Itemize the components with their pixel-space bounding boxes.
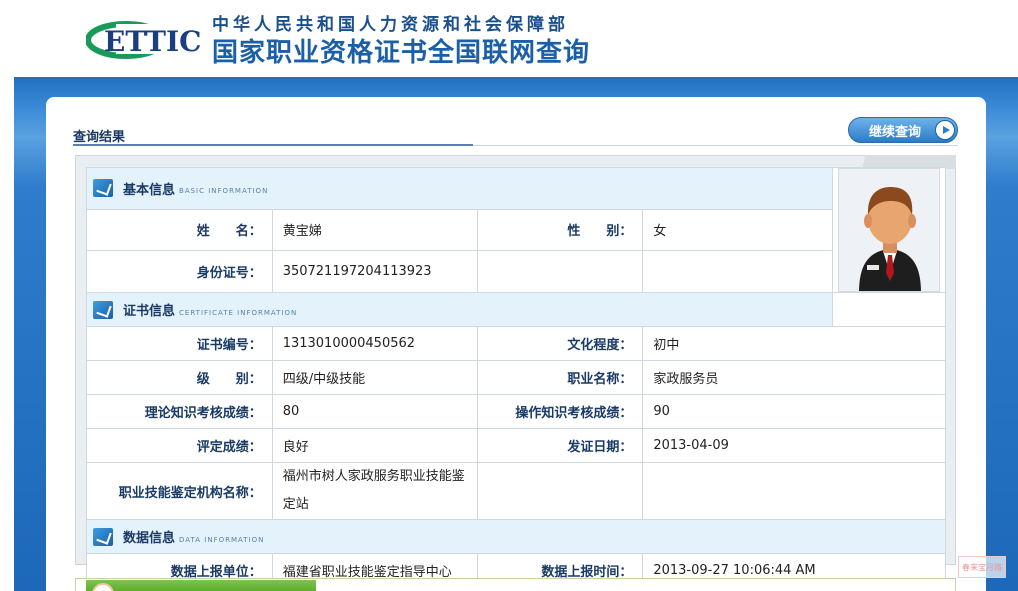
gender-label: 性 别：: [476, 208, 644, 252]
section-title: 证书信息: [123, 304, 176, 319]
theory-score-value: 80: [271, 394, 478, 429]
photo-cell: [831, 167, 947, 293]
table-row: 评定成绩： 良好 发证日期： 2013-04-09: [86, 428, 946, 463]
id-label: 身份证号：: [86, 250, 273, 293]
section-row-certificate: 证书信息 CERTIFICATE INFORMATION: [86, 292, 947, 327]
user-icon: [92, 583, 114, 591]
section-row-data: 数据信息 DATA INFORMATION: [86, 519, 946, 554]
table-row: 身份证号： 350721197204113923: [86, 250, 946, 293]
empty-cell: [476, 250, 644, 293]
pen-icon: [93, 300, 113, 319]
table-row: 证书编号： 1313010000450562 文化程度： 初中: [86, 326, 946, 361]
play-arrow-icon: [935, 120, 955, 140]
section-title: 数据信息: [123, 531, 176, 546]
id-value: 350721197204113923: [271, 250, 478, 293]
table-row: 级 别： 四级/中级技能 职业名称： 家政服务员: [86, 360, 946, 395]
section-row-basic: 基本信息 BASIC INFORMATION: [86, 167, 947, 293]
table-row: 姓 名： 黄宝娣 性 别： 女: [86, 208, 946, 252]
cert-no-label: 证书编号：: [86, 326, 273, 361]
continue-query-button[interactable]: 继续查询: [848, 117, 958, 143]
issue-date-value: 2013-04-09: [642, 428, 946, 463]
rating-value: 良好: [271, 428, 478, 463]
svg-text:ETTIC: ETTIC: [104, 25, 201, 58]
empty-cell: [476, 462, 644, 520]
education-value: 初中: [642, 326, 946, 361]
info-table: 基本信息 BASIC INFORMATION 姓 名： 黄宝娣 性 别： 女 身…: [86, 167, 947, 588]
pen-icon: [93, 179, 113, 198]
rating-label: 评定成绩：: [86, 428, 273, 463]
level-label: 级 别：: [86, 360, 273, 395]
cert-no-value: 1313010000450562: [271, 326, 478, 361]
continue-query-label: 继续查询: [869, 124, 922, 140]
section-title: 基本信息: [123, 182, 176, 198]
name-label: 姓 名：: [86, 208, 273, 252]
name-value: 黄宝娣: [271, 208, 478, 252]
gender-value: 女: [642, 208, 833, 252]
section-subtitle: CERTIFICATE INFORMATION: [179, 308, 298, 317]
agency-label: 职业技能鉴定机构名称：: [86, 462, 273, 520]
table-row: 职业技能鉴定机构名称： 福州市树人家政服务职业技能鉴定站: [86, 462, 946, 520]
section-subtitle: BASIC INFORMATION: [179, 187, 269, 196]
photo-spacer: [831, 292, 947, 327]
agency-value: 福州市树人家政服务职业技能鉴定站: [271, 462, 478, 520]
practice-score-value: 90: [642, 394, 946, 429]
result-divider-accent: [73, 144, 473, 146]
section-header-certificate: 证书信息 CERTIFICATE INFORMATION: [86, 292, 833, 327]
empty-cell: [642, 250, 833, 293]
next-panel-tab: [86, 580, 316, 591]
practice-score-label: 操作知识考核成绩：: [476, 394, 644, 429]
theory-score-label: 理论知识考核成绩：: [86, 394, 273, 429]
occupation-label: 职业名称：: [476, 360, 644, 395]
section-subtitle: DATA INFORMATION: [179, 535, 265, 544]
avatar: [837, 168, 940, 292]
person-avatar-icon: [859, 187, 921, 291]
level-value: 四级/中级技能: [271, 360, 478, 395]
section-header-data: 数据信息 DATA INFORMATION: [86, 519, 946, 554]
issue-date-label: 发证日期：: [476, 428, 644, 463]
watermark: 春来宝月路: [958, 556, 1006, 578]
occupation-value: 家政服务员: [642, 360, 946, 395]
pen-icon: [93, 527, 113, 546]
ettic-logo: ETTIC: [86, 21, 202, 59]
site-title: 国家职业资格证书全国联网查询: [212, 38, 591, 68]
education-label: 文化程度：: [476, 326, 644, 361]
table-row: 理论知识考核成绩： 80 操作知识考核成绩： 90: [86, 394, 946, 429]
section-header-basic: 基本信息 BASIC INFORMATION: [86, 167, 833, 210]
page-header: ETTIC 中华人民共和国人力资源和社会保障部 国家职业资格证书全国联网查询: [0, 0, 1018, 78]
empty-cell: [642, 462, 946, 520]
result-title: 查询结果: [73, 130, 126, 145]
